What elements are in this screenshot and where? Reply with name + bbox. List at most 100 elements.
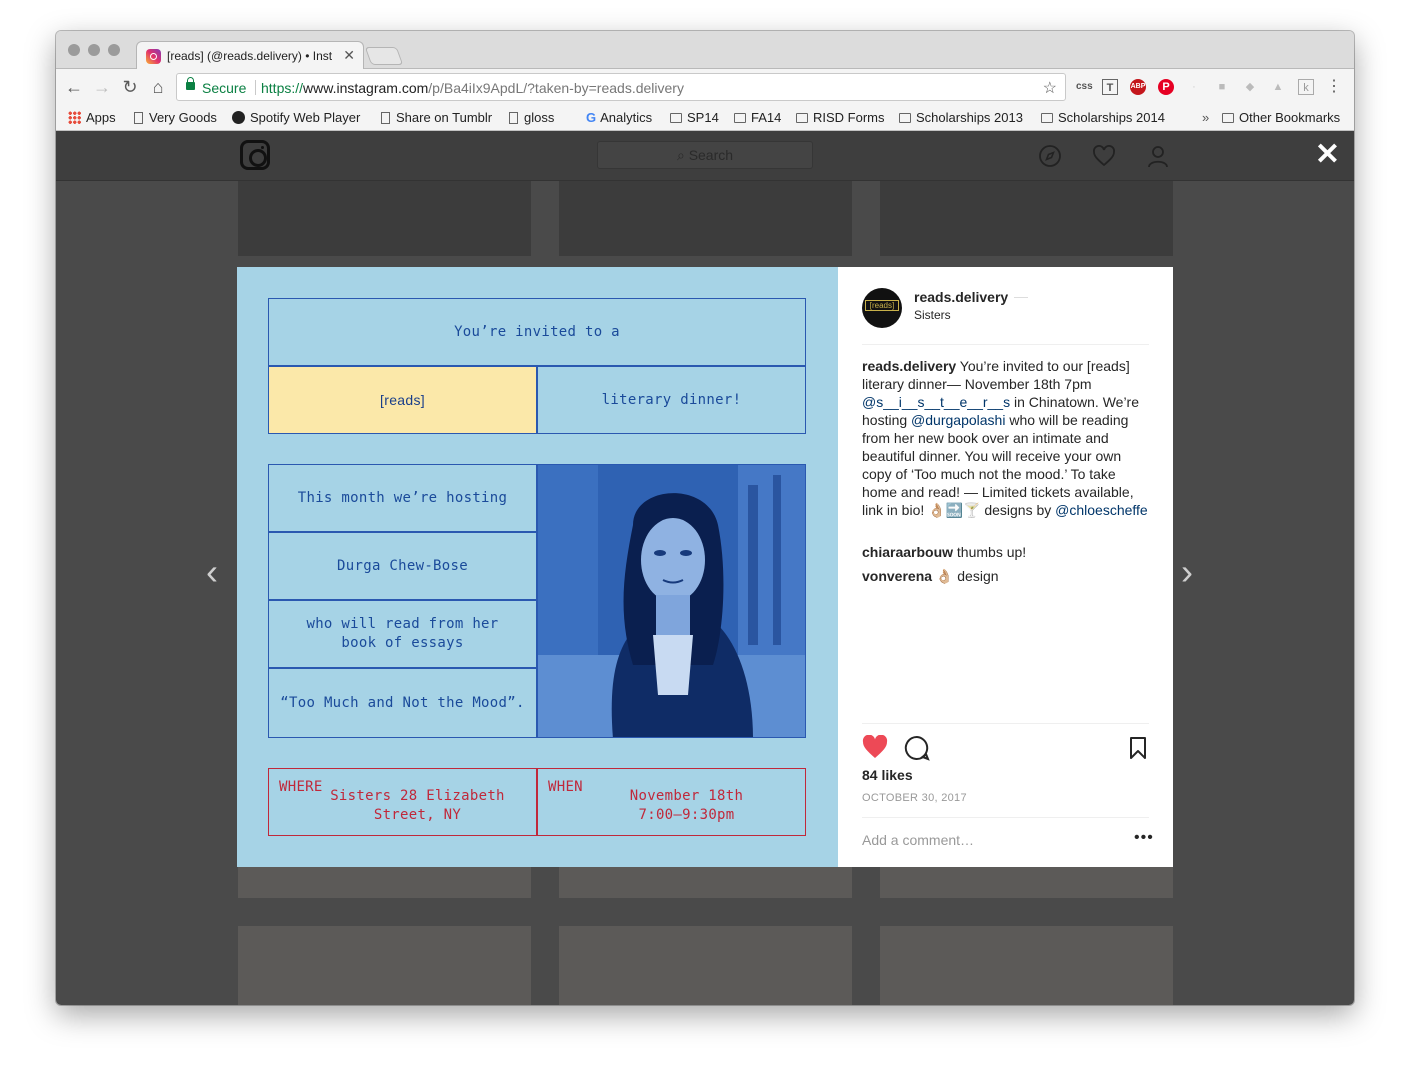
reload-icon[interactable]: ↻ xyxy=(120,77,140,98)
grid-thumbnail[interactable] xyxy=(559,926,852,1005)
poster-invite-line: You’re invited to a xyxy=(268,298,806,366)
post-date: OCTOBER 30, 2017 xyxy=(862,792,967,804)
home-icon[interactable]: ⌂ xyxy=(148,77,168,98)
post-sidebar: [reads] reads.delivery Sisters reads.del… xyxy=(838,267,1173,867)
bookmark-folder-fa14[interactable]: FA14 xyxy=(734,110,781,125)
dropbox-icon[interactable]: ◆ xyxy=(1242,79,1258,95)
mention-link[interactable]: @chloescheffe xyxy=(1055,502,1148,518)
post-location[interactable]: Sisters xyxy=(914,308,951,322)
mention-link[interactable]: @s__i__s__t__e__r__s xyxy=(862,394,1010,410)
window-close-button[interactable] xyxy=(68,44,80,56)
grid-thumbnail[interactable] xyxy=(880,926,1173,1005)
bookmark-folder-risd-forms[interactable]: RISD Forms xyxy=(796,110,885,125)
activity-heart-icon[interactable] xyxy=(1092,144,1116,168)
post-username[interactable]: reads.delivery xyxy=(914,289,1008,305)
bookmark-very-goods[interactable]: Very Goods xyxy=(134,110,217,125)
extension-k-icon[interactable]: k xyxy=(1298,79,1314,95)
search-icon: ⌕ xyxy=(676,147,685,163)
tab-close-icon[interactable]: ✕ xyxy=(343,47,355,64)
bookmark-apps[interactable]: Apps xyxy=(68,110,116,125)
grid-thumbnail[interactable] xyxy=(559,867,852,898)
add-comment-input[interactable]: Add a comment… xyxy=(862,832,974,848)
comment-divider xyxy=(862,817,1149,818)
bookmark-label: Analytics xyxy=(600,110,653,125)
avatar[interactable]: [reads] xyxy=(862,288,902,328)
extension-icon[interactable]: · xyxy=(1186,79,1202,95)
url-host: www.instagram.com xyxy=(303,80,429,96)
bookmark-folder-scholarships-2014[interactable]: Scholarships 2014 xyxy=(1041,110,1165,125)
actions-divider xyxy=(862,723,1149,724)
page-icon xyxy=(381,112,390,124)
comment: chiaraarbouw thumbs up! xyxy=(862,544,1026,560)
new-tab-button[interactable] xyxy=(364,47,404,65)
grid-thumbnail[interactable] xyxy=(559,181,852,256)
menu-icon[interactable]: ⋮ xyxy=(1326,79,1342,95)
back-icon[interactable]: ← xyxy=(64,77,84,98)
bookmarks-overflow-button[interactable]: » xyxy=(1202,110,1209,125)
url-path: /p/Ba4iIx9ApdL/?taken-by=reads.delivery xyxy=(428,80,684,96)
window-zoom-button[interactable] xyxy=(108,44,120,56)
bookmark-label: Share on Tumblr xyxy=(396,110,493,125)
grid-thumbnail[interactable] xyxy=(238,926,531,1005)
bookmark-folder-scholarships-2013[interactable]: Scholarships 2013 xyxy=(899,110,1023,125)
more-options-icon[interactable]: ••• xyxy=(1134,829,1154,847)
poster-book-cell: “Too Much and Not the Mood”. xyxy=(268,668,537,738)
comment-text: thumbs up! xyxy=(953,544,1027,560)
apps-grid-icon xyxy=(68,111,81,124)
adblock-icon[interactable]: ABP xyxy=(1130,79,1146,95)
bookmark-share-tumblr[interactable]: Share on Tumblr xyxy=(381,110,492,125)
google-icon: G xyxy=(586,110,597,125)
tab-instagram[interactable]: [reads] (@reads.delivery) • Inst ✕ xyxy=(136,41,364,70)
instagram-logo-icon[interactable] xyxy=(240,140,270,170)
address-bar[interactable]: Secure https://www.instagram.com/p/Ba4iI… xyxy=(176,73,1066,101)
bookmark-folder-sp14[interactable]: SP14 xyxy=(670,110,719,125)
bookmark-label: Scholarships 2014 xyxy=(1058,110,1165,125)
likes-count[interactable]: 84 likes xyxy=(862,767,913,783)
profile-icon[interactable] xyxy=(1146,144,1170,168)
pinterest-icon[interactable]: P xyxy=(1158,79,1174,95)
poster-reads-cell: [reads] xyxy=(268,366,537,434)
bookmark-label: Spotify Web Player xyxy=(250,110,361,125)
comment-text: 👌🏼 design xyxy=(932,568,999,584)
next-post-arrow-icon[interactable]: › xyxy=(1181,551,1193,593)
page-icon xyxy=(134,112,143,124)
tab-title: [reads] (@reads.delivery) • Inst xyxy=(167,49,333,63)
close-modal-icon[interactable]: ✕ xyxy=(1315,137,1340,172)
bookmark-spotify[interactable]: Spotify Web Player xyxy=(232,110,360,125)
bookmark-other[interactable]: Other Bookmarks xyxy=(1222,110,1340,125)
type-extension-icon[interactable]: T xyxy=(1102,79,1118,95)
bookmark-star-icon[interactable]: ☆ xyxy=(1043,78,1057,98)
comment-username[interactable]: chiaraarbouw xyxy=(862,544,953,560)
previous-post-arrow-icon[interactable]: ‹ xyxy=(206,551,218,593)
grid-thumbnail[interactable] xyxy=(238,181,531,256)
bookmark-analytics[interactable]: G Analytics xyxy=(586,110,652,125)
bookmark-gloss[interactable]: gloss xyxy=(509,110,554,125)
comment-bubble-icon[interactable] xyxy=(904,735,930,766)
folder-icon xyxy=(899,113,911,123)
caption-username[interactable]: reads.delivery xyxy=(862,358,956,374)
post-modal: You’re invited to a [reads] literary din… xyxy=(237,267,1173,867)
search-input[interactable]: ⌕ Search xyxy=(597,141,813,169)
grid-thumbnail[interactable] xyxy=(238,867,531,898)
poster-where-label: WHERE xyxy=(279,779,323,795)
comment: vonverena 👌🏼 design xyxy=(862,568,999,585)
like-heart-icon[interactable] xyxy=(862,734,888,764)
post-image[interactable]: You’re invited to a [reads] literary din… xyxy=(237,267,838,867)
save-bookmark-icon[interactable] xyxy=(1128,736,1148,765)
url-text[interactable]: https://www.instagram.com/p/Ba4iIx9ApdL/… xyxy=(261,80,684,96)
browser-window: [reads] (@reads.delivery) • Inst ✕ ← → ↻… xyxy=(56,31,1354,1005)
lock-icon xyxy=(186,77,195,90)
drive-icon[interactable]: ▲ xyxy=(1270,79,1286,95)
css-extension-icon[interactable]: css xyxy=(1076,79,1093,95)
comment-username[interactable]: vonverena xyxy=(862,568,932,584)
grid-thumbnail[interactable] xyxy=(880,181,1173,256)
extension-gray-icon[interactable]: ■ xyxy=(1214,79,1230,95)
forward-icon[interactable]: → xyxy=(92,77,112,98)
poster-read-from-cell: who will read from her book of essays xyxy=(268,600,537,668)
poster-when-cell: WHEN November 18th 7:00–9:30pm xyxy=(537,768,806,836)
poster-when-value: November 18th 7:00–9:30pm xyxy=(629,788,744,823)
grid-thumbnail[interactable] xyxy=(880,867,1173,898)
explore-compass-icon[interactable] xyxy=(1038,144,1062,168)
mention-link[interactable]: @durgapolashi xyxy=(911,412,1005,428)
window-minimize-button[interactable] xyxy=(88,44,100,56)
